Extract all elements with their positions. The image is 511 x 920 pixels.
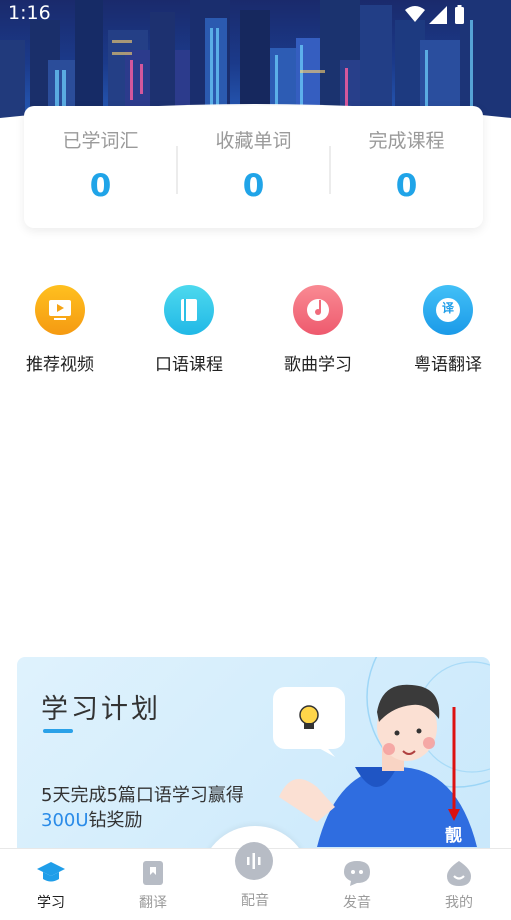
plan-title-underline [43, 729, 73, 733]
bookmark-icon [143, 861, 163, 885]
stat-completed-courses[interactable]: 完成课程 0 [330, 106, 483, 228]
tab-translate[interactable]: 翻译 [102, 849, 204, 920]
feature-recommended-videos[interactable]: 推荐视频 [0, 285, 120, 375]
wifi-icon [405, 6, 425, 22]
chat-bubble-icon [344, 861, 370, 886]
tab-dubbing[interactable]: 配音 [204, 842, 306, 920]
feature-cantonese-translate[interactable]: 译 粤语翻译 [388, 285, 508, 375]
status-time: 1:16 [8, 2, 51, 24]
feature-label: 粤语翻译 [414, 355, 482, 375]
signal-icon [429, 6, 447, 24]
hoodie-badge-char: 靓 [445, 826, 462, 846]
feature-label: 歌曲学习 [284, 355, 352, 375]
tab-profile[interactable]: 我的 [408, 849, 510, 920]
status-icons [403, 4, 473, 30]
stat-label: 完成课程 [368, 130, 445, 152]
tab-pronunciation[interactable]: 发音 [306, 849, 408, 920]
tab-study[interactable]: 学习 [0, 849, 102, 920]
translate-icon: 译 [423, 285, 473, 335]
bottom-tab-bar: 学习 翻译 配音 发音 我的 [0, 842, 511, 920]
stat-value: 0 [395, 168, 418, 204]
feature-speaking-courses[interactable]: 口语课程 [129, 285, 249, 375]
stat-label: 收藏单词 [215, 130, 292, 152]
stat-learned-words[interactable]: 已学词汇 0 [24, 106, 177, 228]
video-icon [35, 285, 85, 335]
status-bar: 1:16 [0, 0, 511, 28]
stats-card: 已学词汇 0 收藏单词 0 完成课程 0 [24, 106, 483, 228]
plan-description: 5天完成5篇口语学习赢得 300U钻奖励 [41, 783, 261, 833]
tab-label: 发音 [343, 895, 371, 911]
plan-reward-amount: 300U [41, 810, 89, 831]
tab-label: 翻译 [139, 895, 167, 911]
stat-saved-words[interactable]: 收藏单词 0 [177, 106, 330, 228]
stat-label: 已学词汇 [62, 130, 139, 152]
voice-wave-icon [235, 842, 273, 880]
plan-desc-suffix: 钻奖励 [88, 810, 143, 831]
music-disc-icon [293, 285, 343, 335]
book-icon [164, 285, 214, 335]
tab-label: 学习 [37, 895, 65, 911]
stat-value: 0 [89, 168, 112, 204]
tab-label: 我的 [445, 895, 473, 911]
translate-icon-glyph: 译 [441, 301, 454, 315]
stat-value: 0 [242, 168, 265, 204]
feature-label: 口语课程 [155, 355, 223, 375]
feature-label: 推荐视频 [26, 355, 94, 375]
profile-icon [447, 861, 471, 886]
plan-title: 学习计划 [41, 694, 161, 725]
graduation-cap-icon [37, 862, 65, 882]
tab-label: 配音 [241, 893, 269, 909]
feature-song-learning[interactable]: 歌曲学习 [258, 285, 378, 375]
battery-icon [455, 5, 464, 24]
plan-desc-text: 5天完成5篇口语学习赢得 [41, 785, 244, 806]
